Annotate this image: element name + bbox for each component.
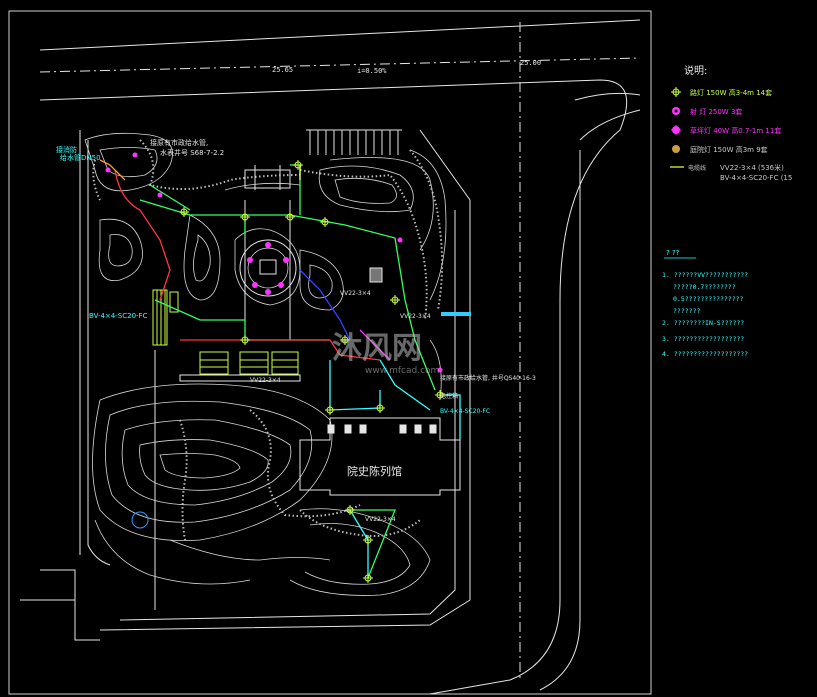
parking-stripes	[306, 129, 402, 155]
annotation-right-note-1: 接原有市政给水管, 井号QS40-16-3	[440, 374, 536, 382]
annotation-fire-link: 接消防	[56, 145, 77, 154]
legend: 说明: 路灯 150W 高3-4m 14套 射 灯 250W 3套 草坪灯 40…	[670, 64, 792, 182]
pond-marker	[131, 511, 149, 529]
lawn-lamp-icon	[671, 125, 681, 135]
notes: ? ?? 1. ??????VV??????????? ?????0.7????…	[662, 249, 748, 358]
annotation-right-cable-1: VV22-3×4	[400, 313, 431, 320]
cad-drawing: 25.65 i=0.50% 25.00 院史陈列馆 给水管DN50 接消防 接原…	[8, 10, 792, 695]
notes-line: 1. ??????VV???????????	[662, 271, 748, 279]
notes-line: ?????0.7????????	[673, 283, 736, 291]
legend-item-label: 射 灯 250W 3套	[690, 107, 742, 116]
annotation-top-2: 水表井号 S68-7-2.2	[160, 148, 224, 157]
circular-plaza	[239, 239, 297, 297]
annotation-top-1: 接原有市政给水管,	[150, 138, 208, 147]
annotation-right-note-2: 电控箱	[440, 392, 458, 400]
watermark: 沐风网 www.mfcad.com	[332, 331, 439, 376]
pergolas	[152, 289, 299, 375]
memorial-hall-building	[299, 417, 461, 496]
road-slope: i=0.50%	[357, 67, 387, 75]
notes-line: 2. ????????IN-S??????	[662, 319, 744, 327]
road-elevation-right: 25.00	[520, 59, 541, 67]
annotations: 给水管DN50 接消防 接原有市政给水管, 水表井号 S68-7-2.2 BV-…	[56, 138, 536, 523]
annotation-water-pipe: 给水管DN50	[60, 153, 101, 162]
legend-cable-spec-1: VV22-3×4 (536米)	[720, 163, 784, 172]
legend-cable-label: 电缆线	[688, 164, 706, 172]
notes-line: 3. ??????????????????	[662, 335, 744, 343]
notes-line: 4. ???????????????????	[662, 350, 748, 358]
drawing-frame	[8, 10, 652, 695]
building-name: 院史陈列馆	[347, 464, 402, 478]
garden-lamp-icon	[672, 145, 680, 153]
spotlight-icon	[672, 107, 680, 115]
notes-title: ? ??	[666, 249, 680, 257]
streetlight-icon	[671, 87, 681, 97]
cable-tag-bar	[441, 312, 471, 316]
legend-item-label: 庭院灯 150W 高3m 9套	[690, 145, 768, 154]
annotation-bottom-cable: VV22-3×4	[365, 516, 396, 523]
road-elevation-left: 25.65	[272, 66, 293, 74]
legend-cable-spec-2: BV-4×4-SC20-FC (15	[720, 174, 792, 182]
annotation-center-cable-2: VV22-3×4	[250, 377, 281, 384]
annotation-right-note-3: BV-4×4-SC20-FC	[440, 408, 490, 415]
legend-title: 说明:	[684, 64, 707, 77]
annotation-left-cable: BV-4×4-SC20-FC	[89, 312, 148, 320]
annotation-center-cable-1: VV22-3×4	[340, 290, 371, 297]
legend-item-label: 路灯 150W 高3-4m 14套	[690, 88, 772, 97]
notes-line: 0.5???????????????	[673, 295, 744, 303]
notes-line: ???????	[673, 307, 700, 315]
watermark-en: www.mfcad.com	[365, 366, 439, 376]
legend-item-label: 草坪灯 40W 高0.7-1m 11套	[690, 126, 781, 135]
watermark-cn: 沐风网	[332, 331, 422, 366]
